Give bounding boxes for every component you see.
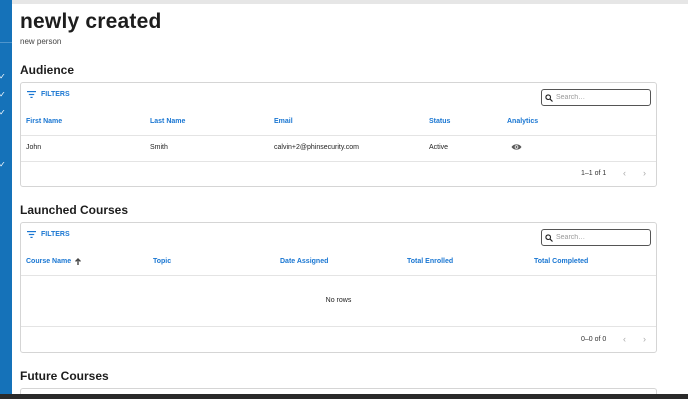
chevron-left-icon[interactable]: ‹: [623, 334, 626, 344]
check-icon[interactable]: ✓: [0, 161, 6, 169]
audience-filters-button[interactable]: FILTERS: [27, 91, 70, 98]
filters-label: FILTERS: [41, 231, 70, 238]
chevron-right-icon[interactable]: ›: [643, 334, 646, 344]
search-icon: [545, 93, 553, 102]
column-header-total-enrolled[interactable]: Total Enrolled: [407, 258, 453, 265]
pagination-count: 1–1 of 1: [581, 170, 607, 177]
arrow-up-icon[interactable]: [75, 258, 82, 265]
check-icon[interactable]: ✓: [0, 73, 6, 81]
column-header-topic[interactable]: Topic: [153, 258, 171, 265]
cell-last-name: Smith: [150, 144, 168, 151]
column-header-first-name[interactable]: First Name: [26, 118, 62, 125]
row-divider: [21, 161, 656, 162]
column-header-total-completed[interactable]: Total Completed: [534, 258, 588, 265]
launched-search-input[interactable]: [553, 234, 646, 241]
sidebar-divider: [0, 42, 12, 43]
sidebar: ✓ ✓ ✓ ✓: [0, 0, 12, 399]
filter-icon: [27, 91, 36, 98]
audience-search-input[interactable]: [553, 94, 646, 101]
header-divider: [21, 275, 656, 276]
column-header-email[interactable]: Email: [274, 118, 293, 125]
check-icon[interactable]: ✓: [0, 109, 6, 117]
launched-filters-button[interactable]: FILTERS: [27, 231, 70, 238]
column-header-analytics[interactable]: Analytics: [507, 118, 538, 125]
audience-section-title: Audience: [20, 63, 75, 77]
cell-status: Active: [429, 144, 449, 151]
check-icon[interactable]: ✓: [0, 91, 6, 99]
launched-search-box[interactable]: [541, 229, 651, 246]
column-header-date-assigned[interactable]: Date Assigned: [280, 258, 328, 265]
page-title: newly created: [20, 10, 162, 33]
page-subtitle: new person: [20, 37, 62, 46]
top-bar: [0, 0, 688, 4]
cell-first-name: John: [26, 144, 42, 151]
filter-icon: [27, 231, 36, 238]
audience-search-box[interactable]: [541, 89, 651, 106]
pagination-count: 0–0 of 0: [581, 336, 607, 343]
empty-state-text: No rows: [325, 297, 352, 304]
row-divider: [21, 326, 656, 327]
column-header-last-name[interactable]: Last Name: [150, 118, 185, 125]
course-name-label: Course Name: [26, 258, 72, 265]
cell-email: calvin+2@phinsecurity.com: [274, 144, 359, 151]
search-icon: [545, 233, 553, 242]
column-header-course-name[interactable]: Course Name: [26, 258, 82, 265]
chevron-left-icon[interactable]: ‹: [623, 168, 626, 178]
launched-courses-table: FILTERS Course Name Topic Date Assigned …: [20, 222, 657, 353]
column-header-status[interactable]: Status: [429, 118, 450, 125]
filters-label: FILTERS: [41, 91, 70, 98]
eye-icon[interactable]: [511, 143, 522, 151]
header-divider: [21, 135, 656, 136]
launched-section-title: Launched Courses: [20, 203, 129, 217]
audience-table: FILTERS First Name Last Name Email Statu…: [20, 82, 657, 187]
bottom-edge: [0, 394, 688, 399]
chevron-right-icon[interactable]: ›: [643, 168, 646, 178]
future-section-title: Future Courses: [20, 369, 109, 383]
